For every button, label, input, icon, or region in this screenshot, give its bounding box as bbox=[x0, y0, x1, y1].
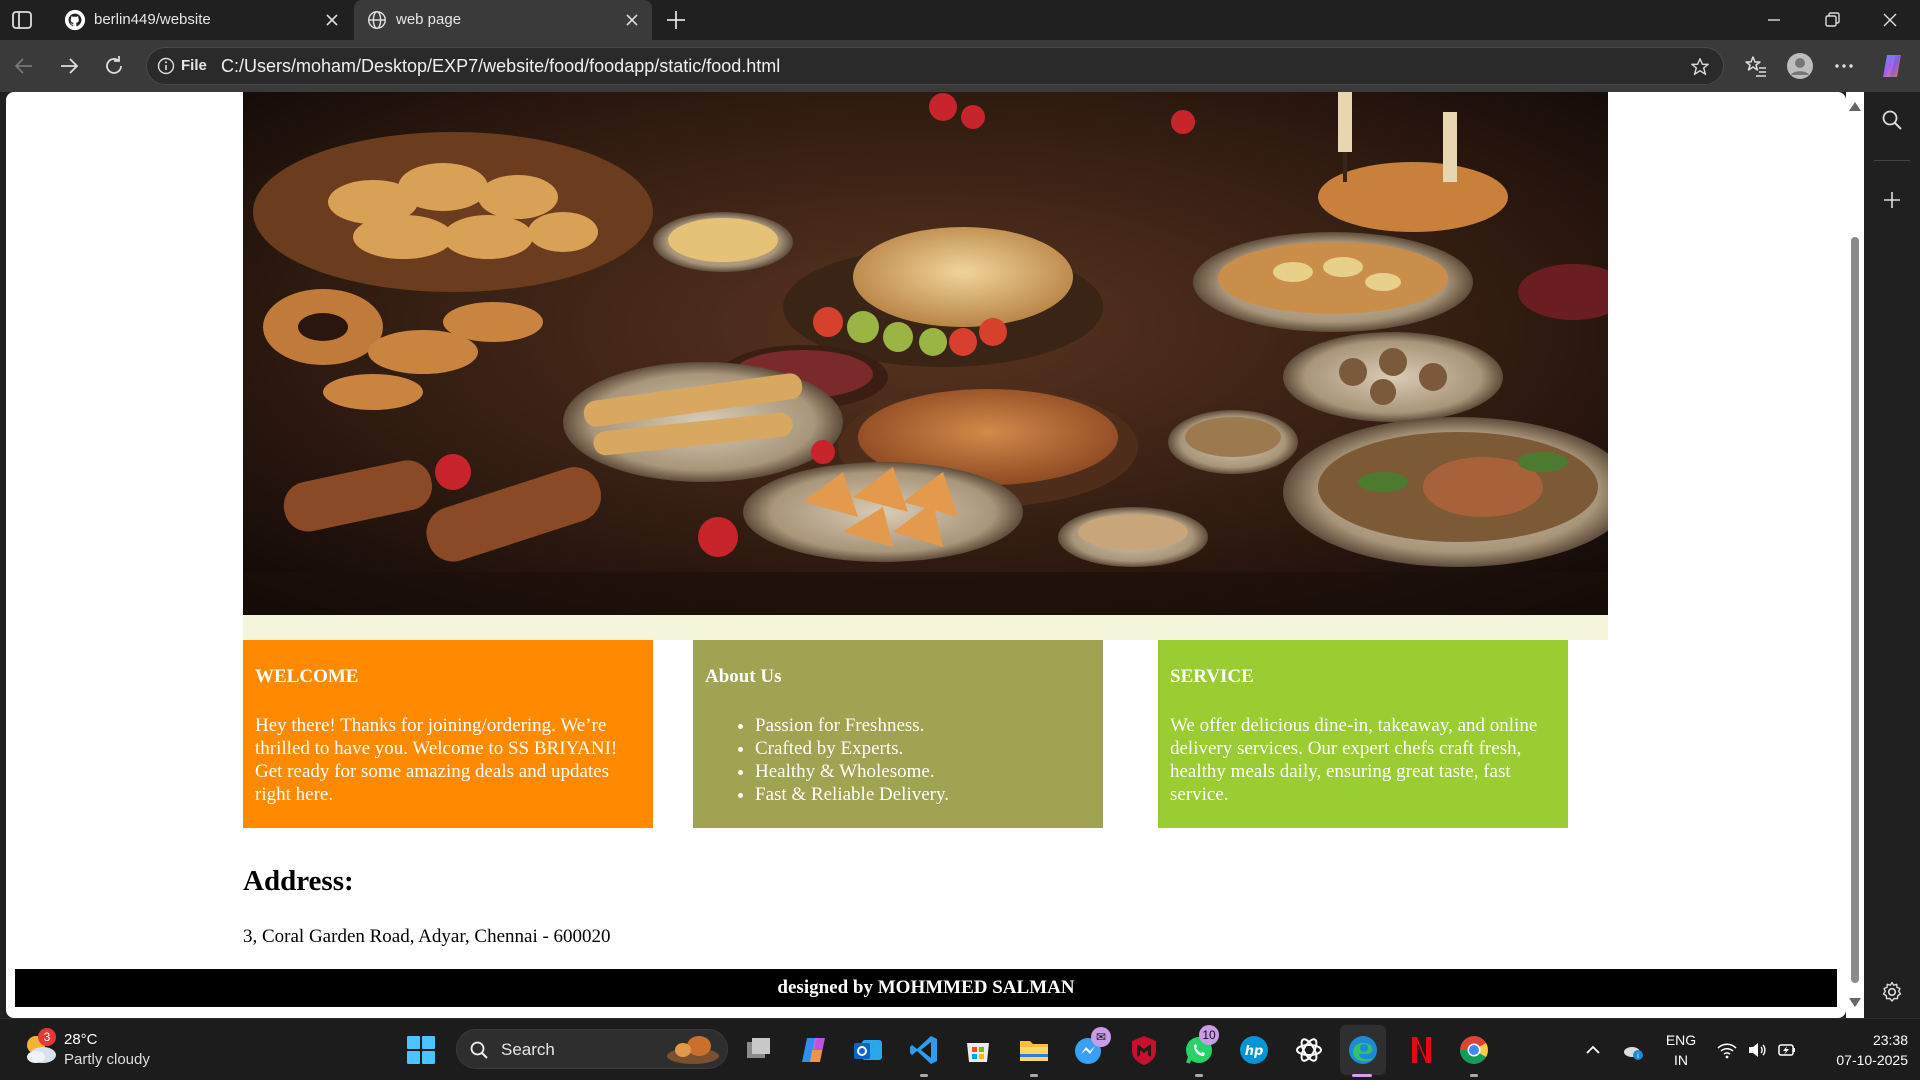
running-indicator bbox=[920, 1074, 928, 1077]
hero-food-image bbox=[243, 92, 1608, 615]
footer: designed by MOHMMED SALMAN bbox=[15, 969, 1837, 1007]
back-icon[interactable] bbox=[12, 54, 36, 78]
about-list-item: Crafted by Experts. bbox=[755, 737, 1091, 760]
running-indicator bbox=[1470, 1074, 1478, 1077]
battery-icon[interactable] bbox=[1776, 1039, 1798, 1061]
tab-actions-icon[interactable] bbox=[10, 8, 34, 32]
address-bar[interactable]: File C:/Users/moham/Desktop/EXP7/website… bbox=[146, 47, 1724, 85]
about-list: Passion for Freshness. Crafted by Expert… bbox=[705, 714, 1091, 806]
weather-temp: 28°C bbox=[64, 1031, 98, 1048]
copilot-icon[interactable] bbox=[796, 1032, 832, 1068]
close-window-icon[interactable] bbox=[1880, 10, 1900, 30]
tab-github[interactable]: berlin449/website bbox=[52, 0, 352, 40]
onedrive-icon[interactable]: i bbox=[1622, 1039, 1644, 1061]
more-options-icon[interactable] bbox=[1830, 52, 1858, 80]
scroll-down-arrow-icon[interactable] bbox=[1849, 998, 1861, 1007]
netflix-icon[interactable] bbox=[1401, 1032, 1437, 1068]
refresh-icon[interactable] bbox=[102, 54, 126, 78]
page-viewport: WELCOME Hey there! Thanks for joining/or… bbox=[6, 92, 1846, 1018]
tab-web-page[interactable]: web page bbox=[354, 0, 652, 40]
favorites-icon[interactable] bbox=[1742, 52, 1770, 80]
windows-taskbar: 3 28°C Partly cloudy Search ✉ 10 hp i EN… bbox=[0, 1018, 1920, 1080]
svg-text:hp: hp bbox=[1245, 1044, 1264, 1059]
forward-icon[interactable] bbox=[57, 54, 81, 78]
weather-desc: Partly cloudy bbox=[64, 1051, 150, 1068]
scroll-up-arrow-icon[interactable] bbox=[1849, 102, 1861, 111]
footer-prefix: designed by bbox=[777, 977, 878, 998]
github-icon bbox=[64, 9, 86, 31]
clock-time[interactable]: 23:38 bbox=[1808, 1032, 1908, 1048]
running-indicator bbox=[1195, 1074, 1203, 1077]
restore-icon[interactable] bbox=[1822, 10, 1842, 30]
edge-sidebar bbox=[1864, 92, 1920, 1018]
weather-alert-badge: 3 bbox=[38, 1028, 56, 1046]
about-card: About Us Passion for Freshness. Crafted … bbox=[693, 640, 1103, 828]
running-indicator bbox=[1030, 1074, 1038, 1077]
search-icon bbox=[470, 1041, 488, 1059]
mcafee-icon[interactable] bbox=[1126, 1032, 1162, 1068]
search-highlight-art-icon bbox=[667, 1036, 719, 1064]
globe-icon bbox=[368, 11, 386, 29]
sidebar-divider bbox=[1874, 160, 1910, 161]
settings-gear-icon[interactable] bbox=[1880, 980, 1904, 1004]
taskbar-search[interactable]: Search bbox=[456, 1029, 728, 1069]
favorite-star-icon[interactable] bbox=[1689, 56, 1711, 78]
active-app-indicator bbox=[1352, 1074, 1372, 1077]
welcome-title: WELCOME bbox=[255, 666, 359, 687]
tab-label: berlin449/website bbox=[94, 11, 211, 28]
clock-date[interactable]: 07-10-2025 bbox=[1808, 1052, 1908, 1068]
wifi-icon[interactable] bbox=[1716, 1039, 1738, 1061]
hero-bottom-band bbox=[243, 615, 1608, 640]
page-scrollbar[interactable] bbox=[1846, 92, 1864, 1018]
hp-icon[interactable]: hp bbox=[1236, 1032, 1272, 1068]
whatsapp-unread-badge: 10 bbox=[1199, 1025, 1219, 1045]
about-title: About Us bbox=[705, 666, 782, 687]
food-spread-illustration bbox=[243, 92, 1608, 615]
address-text: 3, Coral Garden Road, Adyar, Chennai - 6… bbox=[243, 926, 611, 947]
edge-icon[interactable] bbox=[1345, 1032, 1381, 1068]
folder-icon[interactable] bbox=[1016, 1032, 1052, 1068]
info-icon[interactable] bbox=[157, 57, 175, 75]
about-list-item: Healthy & Wholesome. bbox=[755, 760, 1091, 783]
language-top[interactable]: ENG bbox=[1664, 1032, 1698, 1048]
search-icon[interactable] bbox=[1880, 108, 1904, 132]
scroll-thumb[interactable] bbox=[1851, 237, 1859, 983]
url-text[interactable]: C:/Users/moham/Desktop/EXP7/website/food… bbox=[221, 56, 780, 77]
language-bottom[interactable]: IN bbox=[1664, 1052, 1698, 1068]
close-tab-icon[interactable] bbox=[624, 12, 640, 28]
tab-bar: berlin449/website web page bbox=[0, 0, 1920, 40]
close-tab-icon[interactable] bbox=[324, 12, 340, 28]
chatgpt-icon[interactable] bbox=[1291, 1032, 1327, 1068]
messenger-badge-icon: ✉ bbox=[1091, 1027, 1111, 1047]
search-label: Search bbox=[501, 1040, 555, 1059]
svg-text:i: i bbox=[1637, 1052, 1639, 1060]
about-list-item: Passion for Freshness. bbox=[755, 714, 1091, 737]
profile-avatar-icon[interactable] bbox=[1786, 52, 1814, 80]
tab-label: web page bbox=[396, 11, 462, 28]
welcome-text: Hey there! Thanks for joining/ordering. … bbox=[255, 715, 618, 805]
windows-start-icon[interactable] bbox=[406, 1035, 436, 1065]
volume-icon[interactable] bbox=[1746, 1039, 1768, 1061]
chrome-icon[interactable] bbox=[1456, 1032, 1492, 1068]
new-tab-icon[interactable] bbox=[664, 8, 688, 32]
footer-designer-name: MOHMMED SALMAN bbox=[877, 977, 1075, 998]
address-heading: Address: bbox=[243, 865, 354, 897]
chevron-up-icon[interactable] bbox=[1582, 1039, 1604, 1061]
add-icon[interactable] bbox=[1880, 188, 1904, 212]
file-chip: File bbox=[181, 57, 207, 74]
microsoft-store-icon[interactable] bbox=[960, 1032, 996, 1068]
vscode-icon[interactable] bbox=[906, 1032, 942, 1068]
welcome-card: WELCOME Hey there! Thanks for joining/or… bbox=[243, 640, 653, 828]
file-explorer-icon[interactable] bbox=[741, 1032, 777, 1068]
about-list-item: Fast & Reliable Delivery. bbox=[755, 783, 1091, 806]
outlook-icon[interactable] bbox=[850, 1032, 886, 1068]
service-text: We offer delicious dine-in, takeaway, an… bbox=[1170, 715, 1538, 805]
toolbar: File C:/Users/moham/Desktop/EXP7/website… bbox=[0, 40, 1920, 92]
copilot-icon[interactable] bbox=[1878, 52, 1906, 80]
minimize-icon[interactable] bbox=[1764, 10, 1784, 30]
service-title: SERVICE bbox=[1170, 666, 1254, 687]
service-card: SERVICE We offer delicious dine-in, take… bbox=[1158, 640, 1568, 828]
